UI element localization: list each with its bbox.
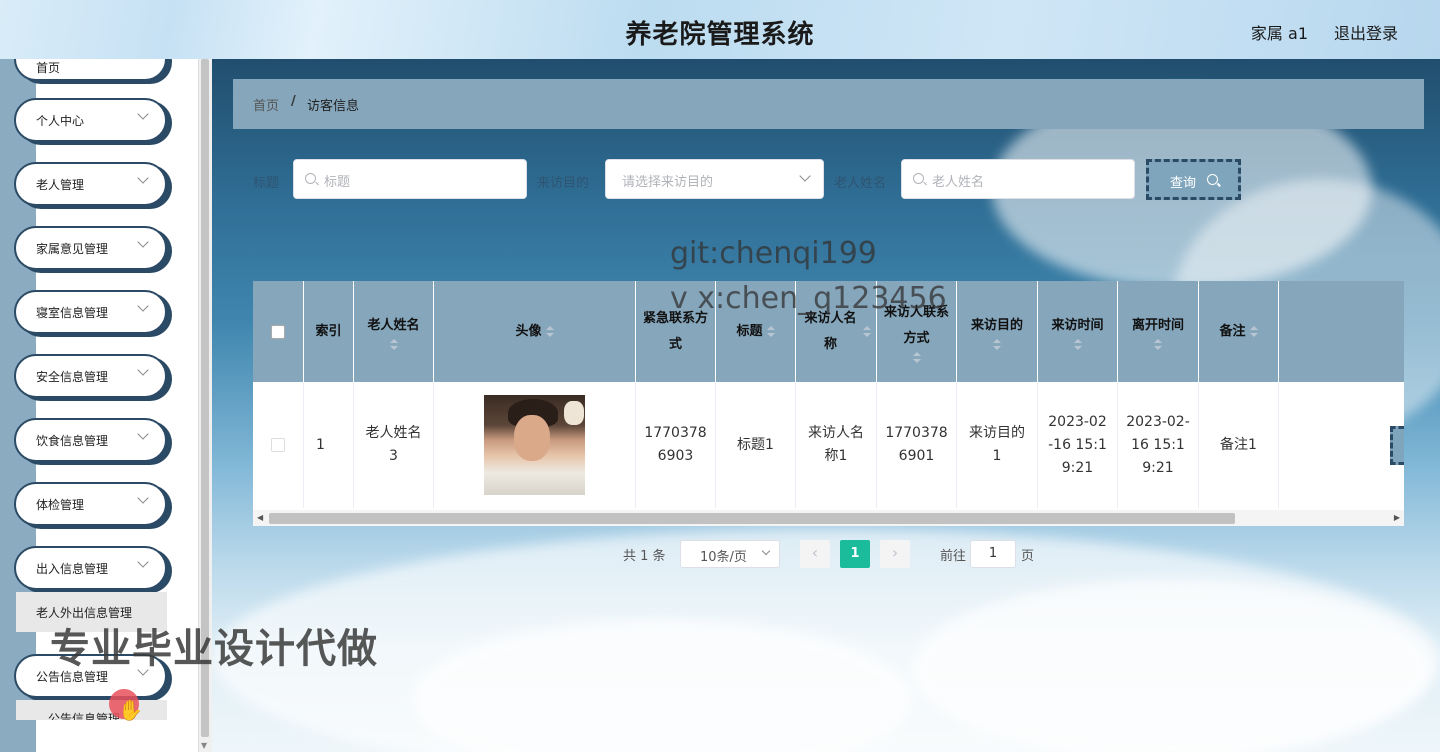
sort-icon (545, 325, 554, 338)
chevron-down-icon (137, 236, 149, 248)
sidebar-item-safety-info[interactable]: 安全信息管理 (14, 354, 167, 398)
cell-index: 1 (304, 382, 354, 508)
cell-emergency-contact: 17703786903 (636, 382, 716, 508)
chevron-down-icon (137, 172, 149, 184)
scroll-right-arrow-icon[interactable]: ▶ (1394, 513, 1400, 522)
breadcrumb-home[interactable]: 首页 (253, 95, 279, 114)
select-all-cell (253, 281, 304, 382)
sort-icon (862, 325, 872, 338)
sidebar-item-personal-center[interactable]: 个人中心 (14, 98, 167, 142)
page-suffix: 页 (1021, 549, 1035, 564)
col-remark[interactable]: 备注 (1199, 281, 1279, 382)
purpose-filter-label: 来访目的 (537, 176, 590, 191)
sidebar-item-dorm-info[interactable]: 寝室信息管理 (14, 290, 167, 334)
purpose-select[interactable]: 请选择来访目的 (605, 159, 824, 199)
chevron-down-icon (799, 170, 811, 182)
goto-label: 前往 (940, 549, 967, 564)
hand-cursor-icon: ✋ (118, 698, 143, 722)
sidebar-item-diet-info[interactable]: 饮食信息管理 (14, 418, 167, 462)
pagination-total: 共 1 条 (623, 549, 666, 564)
sidebar-item-label: 首页 (36, 61, 61, 75)
sort-icon (1249, 325, 1258, 338)
main-content: 首页 / 访客信息 标题 标题 来访目的 请选择来访目的 老人姓名 老人姓名 查… (212, 59, 1440, 752)
cell-remark: 备注1 (1199, 382, 1279, 508)
watermark-vx: v x:chen_q123456 (670, 281, 947, 316)
scroll-left-arrow-icon[interactable]: ◀ (257, 513, 263, 522)
sort-icon (766, 325, 775, 338)
elder-filter-label: 老人姓名 (834, 176, 887, 191)
sidebar-item-checkup[interactable]: 体检管理 (14, 482, 167, 526)
top-bar: 养老院管理系统 家属 a1 退出登录 (0, 0, 1440, 59)
cell-visitor-name: 来访人名称1 (796, 382, 877, 508)
cell-leave-time: 2023-02-16 15:19:21 (1118, 382, 1199, 508)
sort-icon (1073, 338, 1082, 351)
chevron-down-icon (137, 556, 149, 568)
table-horizontal-scrollbar[interactable]: ◀ ▶ (253, 510, 1404, 526)
cell-actions (1279, 382, 1404, 508)
sort-icon (912, 351, 921, 364)
cell-visitor-contact: 17703786901 (877, 382, 957, 508)
query-button[interactable]: 查询 (1146, 159, 1241, 200)
col-visit-time[interactable]: 来访时间 (1038, 281, 1118, 382)
elder-name-search-input[interactable]: 老人姓名 (901, 159, 1135, 199)
goto-page-input[interactable]: 1 (970, 540, 1016, 568)
cell-visit-time: 2023-02-16 15:19:21 (1038, 382, 1118, 508)
watermark-git: git:chenqi199 (670, 236, 877, 271)
page-number-current[interactable]: 1 (840, 540, 870, 568)
scroll-down-arrow-icon[interactable]: ▼ (201, 741, 207, 750)
col-index: 索引 (304, 281, 354, 382)
cell-elder-name: 老人姓名3 (354, 382, 434, 508)
app-title: 养老院管理系统 (625, 20, 815, 50)
col-purpose[interactable]: 来访目的 (957, 281, 1038, 382)
watermark-banner: 专业毕业设计代做 (50, 626, 378, 672)
search-icon (1207, 174, 1218, 185)
sort-icon (1154, 338, 1162, 351)
sidebar-item-family-feedback[interactable]: 家属意见管理 (14, 226, 167, 270)
row-checkbox[interactable] (271, 438, 285, 452)
table-scroll-thumb[interactable] (269, 513, 1235, 524)
page-size-select[interactable]: 10条/页 (680, 540, 780, 568)
sort-icon (993, 338, 1001, 351)
chevron-down-icon (137, 364, 149, 376)
logout-link[interactable]: 退出登录 (1334, 20, 1398, 44)
chevron-down-icon (137, 300, 149, 312)
prev-page-button[interactable]: ‹ (800, 540, 830, 568)
chevron-down-icon (137, 108, 149, 120)
cell-purpose: 来访目的1 (957, 382, 1038, 508)
row-action-button[interactable] (1390, 426, 1404, 465)
col-actions (1279, 281, 1404, 382)
col-avatar[interactable]: 头像 (434, 281, 636, 382)
sidebar-item-elder-management[interactable]: 老人管理 (14, 162, 167, 206)
search-icon (305, 173, 316, 184)
avatar[interactable] (484, 395, 585, 495)
sidebar-item-home[interactable]: 首页 (14, 59, 167, 81)
chevron-down-icon (137, 492, 149, 504)
current-user: 家属 a1 (1250, 24, 1308, 43)
breadcrumb-current: 访客信息 (307, 99, 360, 114)
sort-icon (389, 338, 398, 351)
col-elder-name[interactable]: 老人姓名 (354, 281, 434, 382)
table-row: 1 老人姓名3 17703786903 标题1 来访人名称1 177037869… (253, 382, 1404, 508)
sidebar-item-access-info[interactable]: 出入信息管理 (14, 546, 167, 590)
col-leave-time[interactable]: 离开时间 (1118, 281, 1199, 382)
cell-avatar (434, 382, 636, 508)
title-filter-label: 标题 (253, 176, 280, 191)
breadcrumb-separator: / (291, 94, 296, 109)
search-icon (913, 173, 924, 184)
select-all-checkbox[interactable] (271, 324, 285, 339)
cell-title: 标题1 (716, 382, 796, 508)
visitor-table: 索引 老人姓名 头像 紧急联系方式 标题 来访人名称 来访人联系方式 来访目的 … (253, 281, 1404, 526)
submenu-notice-info[interactable]: 公告信息管理 (16, 700, 167, 720)
next-page-button[interactable]: › (880, 540, 910, 568)
chevron-down-icon (137, 428, 149, 440)
title-search-input[interactable]: 标题 (293, 159, 527, 199)
breadcrumb: 首页 / 访客信息 (233, 79, 1424, 129)
chevron-down-icon (761, 546, 771, 556)
